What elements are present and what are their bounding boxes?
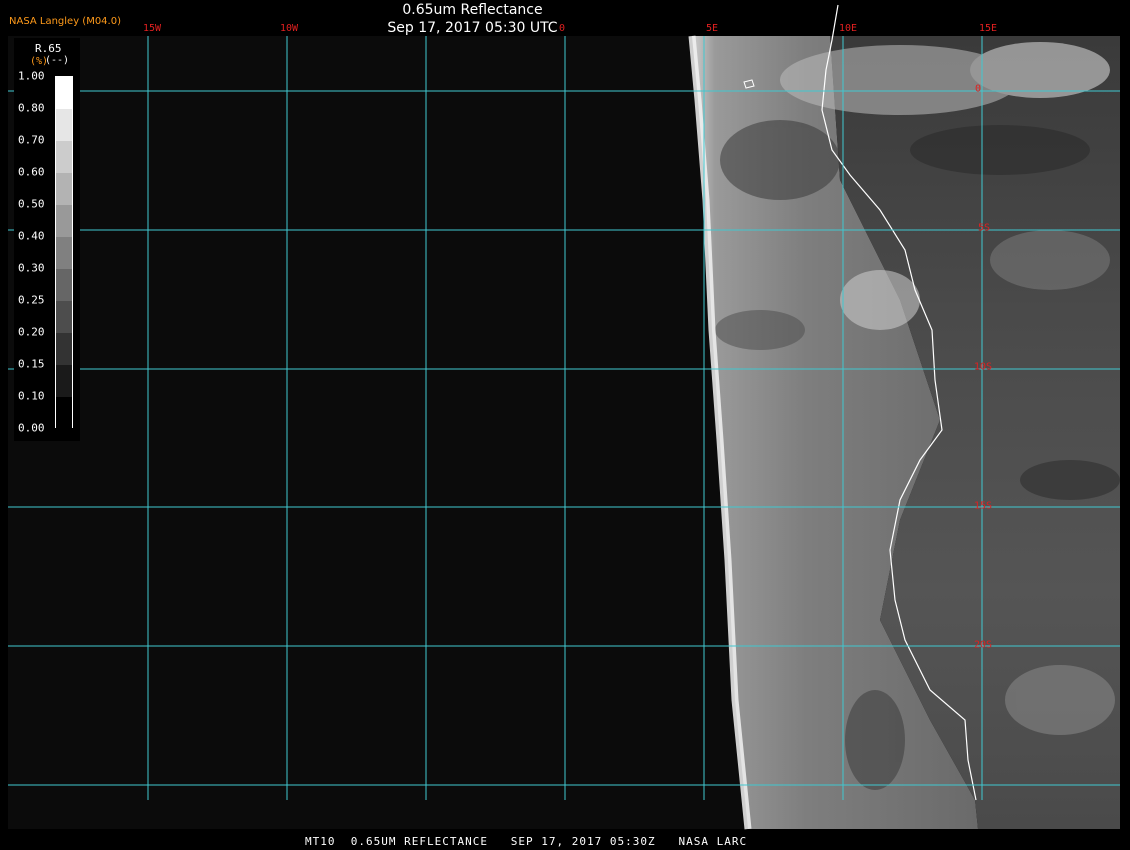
legend-tick-label: 0.50 — [18, 197, 45, 211]
lat-label-20s: 20S — [974, 639, 993, 651]
legend-tick-label: 0.10 — [18, 389, 45, 403]
legend-tick-label: 0.80 — [18, 101, 45, 115]
legend-tick-label: 1.00 — [18, 69, 45, 83]
organization-label: NASA Langley (M04.0) — [9, 16, 121, 27]
legend-swatch — [56, 77, 72, 110]
map-title: 0.65um Reflectance — [402, 2, 543, 18]
legend-swatch — [56, 141, 72, 174]
legend-swatch — [56, 269, 72, 302]
legend-swatch — [56, 109, 72, 142]
legend-swatch — [56, 301, 72, 334]
legend-swatch — [56, 205, 72, 238]
legend-swatch — [56, 397, 72, 430]
lat-label-10s: 10S — [974, 361, 993, 373]
lat-label-0: 0 — [975, 83, 982, 95]
legend-tick-label: 0.00 — [18, 421, 45, 435]
lon-label-10w: 10W — [279, 23, 299, 34]
lon-label-10e: 10E — [838, 23, 858, 34]
footer-caption: MT10 0.65UM REFLECTANCE SEP 17, 2017 05:… — [305, 835, 748, 848]
legend-swatch — [56, 365, 72, 398]
lat-label-15s: 15S — [974, 500, 993, 512]
satellite-map — [8, 4, 1120, 830]
lon-label-15e: 15E — [978, 23, 998, 34]
legend-tick-label: 0.25 — [18, 293, 45, 307]
legend-tick-label: 0.30 — [18, 261, 45, 275]
legend-colorbar — [55, 76, 73, 430]
legend-unit-text: (--) — [45, 55, 70, 66]
lon-label-5e: 5E — [705, 23, 719, 34]
legend-tick-label: 0.20 — [18, 325, 45, 339]
lon-label-15w: 15W — [142, 23, 162, 34]
map-timestamp: Sep 17, 2017 05:30 UTC — [387, 20, 558, 36]
color-legend: R.65 (%) (--) 1.00 0.80 0.70 0.60 0.50 0.40 0.… — [14, 38, 80, 441]
legend-swatch — [56, 237, 72, 270]
legend-swatch — [56, 333, 72, 366]
legend-swatch — [56, 173, 72, 206]
legend-tick-label: 0.15 — [18, 357, 45, 371]
lat-label-5s: 5S — [978, 222, 991, 234]
lon-label-0: 0 — [558, 23, 566, 34]
legend-tick-label: 0.70 — [18, 133, 45, 147]
legend-tick-label: 0.60 — [18, 165, 45, 179]
legend-title: R.65 — [35, 42, 62, 55]
legend-tick-label: 0.40 — [18, 229, 45, 243]
